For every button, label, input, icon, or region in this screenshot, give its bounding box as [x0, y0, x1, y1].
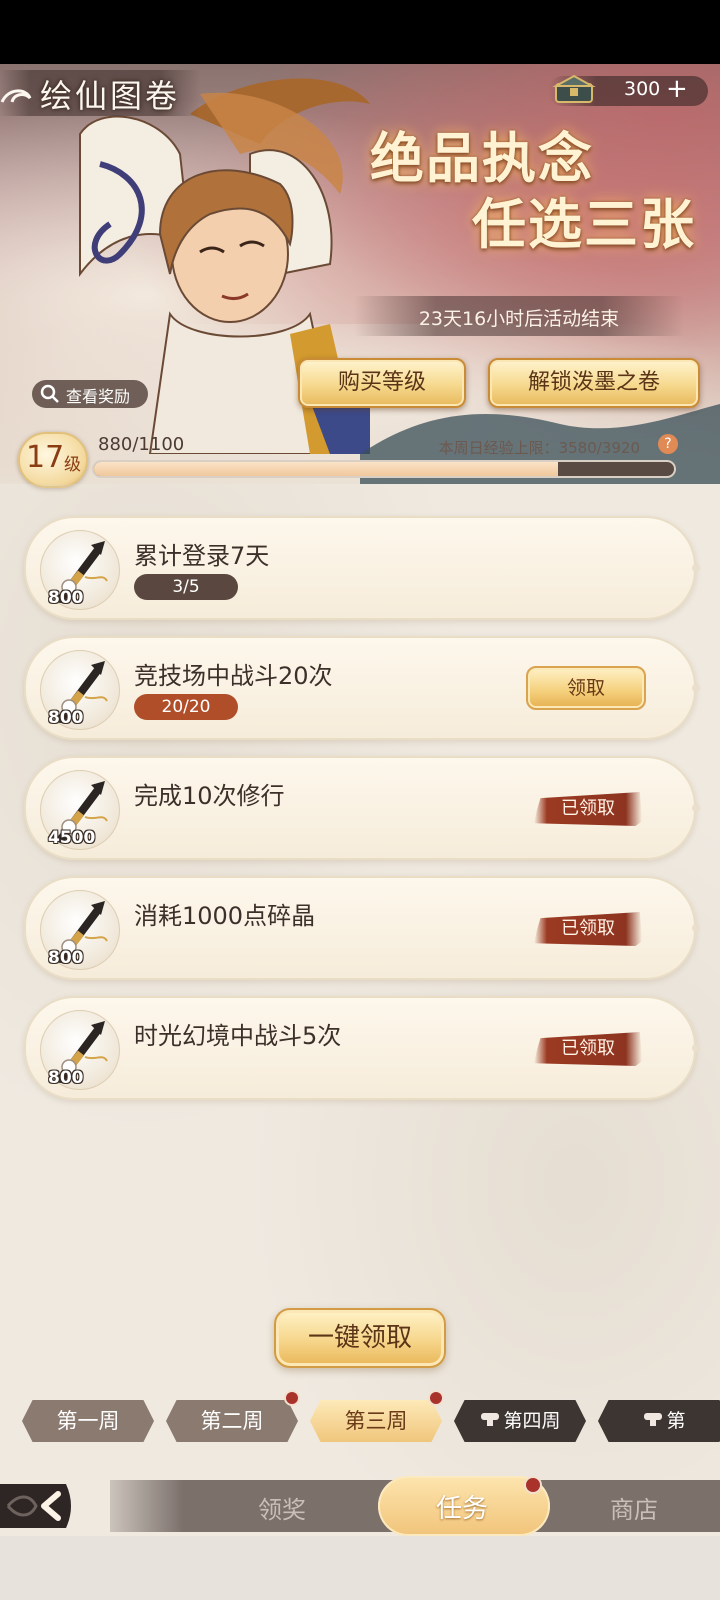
task-card: 800 消耗1000点碎晶 已领取 — [24, 876, 700, 980]
claim-all-button[interactable]: 一键领取 — [274, 1308, 446, 1368]
event-banner — [0, 64, 720, 484]
week-tab[interactable]: 第 — [598, 1400, 720, 1442]
view-reward-label: 查看奖励 — [66, 387, 131, 406]
nav-tasks-badge — [524, 1476, 542, 1494]
task-title: 竞技场中战斗20次 — [134, 662, 333, 690]
week-badge-dot — [284, 1390, 300, 1406]
claimed-stamp: 已领取 — [534, 1032, 642, 1066]
claimed-stamp: 已领取 — [534, 912, 642, 946]
lock-icon — [479, 1400, 501, 1442]
task-progress: 3/5 — [134, 574, 238, 600]
task-reward-amount: 800 — [48, 1068, 84, 1088]
task-reward-amount: 800 — [48, 948, 84, 968]
currency-amount: 300 — [624, 78, 661, 100]
week-tab-label: 第 — [666, 1410, 686, 1432]
nav-tab-rewards[interactable]: 领奖 — [258, 1490, 306, 1525]
week-badge-dot — [428, 1390, 444, 1406]
weekly-xp-cap: 本周日经验上限：3580/3920 — [438, 439, 640, 457]
task-title: 完成10次修行 — [134, 782, 285, 810]
task-card: 800 竞技场中战斗20次 20/20 领取 — [24, 636, 700, 740]
claimed-stamp: 已领取 — [534, 792, 642, 826]
task-reward-amount: 4500 — [48, 828, 96, 848]
task-progress: 20/20 — [134, 694, 238, 720]
task-reward-amount: 800 — [48, 588, 84, 608]
unlock-scroll-button[interactable]: 解锁泼墨之卷 — [488, 358, 700, 408]
treasure-chest-icon — [552, 74, 596, 103]
task-card: 800 累计登录7天 3/5 — [24, 516, 700, 620]
buy-level-button[interactable]: 购买等级 — [298, 358, 466, 408]
level-number: 17 — [26, 440, 65, 475]
task-title: 消耗1000点碎晶 — [134, 902, 316, 930]
xp-progress-fill — [94, 462, 558, 476]
week-tab[interactable]: 第二周 — [166, 1400, 298, 1442]
nav-tab-tasks-label: 任务 — [436, 1494, 489, 1524]
task-card: 800 时光幻境中战斗5次 已领取 — [24, 996, 700, 1100]
bottom-strip — [0, 1536, 720, 1600]
week-tab-label: 第三周 — [344, 1409, 408, 1433]
task-card: 4500 完成10次修行 已领取 — [24, 756, 700, 860]
xp-progress-text: 880/1100 — [98, 434, 185, 455]
page-title: 绘仙图卷 — [40, 77, 181, 115]
week-tab[interactable]: 第一周 — [22, 1400, 154, 1442]
week-tab-label: 第四周 — [503, 1410, 561, 1432]
task-title: 累计登录7天 — [134, 542, 270, 570]
level-unit: 级 — [64, 455, 81, 475]
claim-button[interactable]: 领取 — [526, 666, 646, 710]
search-icon — [40, 384, 59, 403]
task-reward-amount: 800 — [48, 708, 84, 728]
help-icon[interactable]: ? — [658, 434, 678, 454]
week-tab-label: 第一周 — [56, 1409, 120, 1433]
nav-tab-shop[interactable]: 商店 — [610, 1490, 658, 1525]
swirl-icon — [0, 89, 32, 103]
currency-add-button[interactable]: + — [666, 74, 688, 104]
xp-progress-bar — [92, 460, 676, 478]
task-title: 时光幻境中战斗5次 — [134, 1022, 342, 1050]
back-button[interactable] — [0, 1478, 80, 1534]
week-tab[interactable]: 第三周 — [310, 1400, 442, 1442]
week-tab-label: 第二周 — [200, 1409, 264, 1433]
event-timer: 23天16小时后活动结束 — [418, 308, 620, 330]
week-tab[interactable]: 第四周 — [454, 1400, 586, 1442]
status-bar — [0, 0, 720, 64]
lock-icon — [642, 1400, 664, 1442]
slogan-line-2: 任选三张 — [472, 192, 696, 256]
